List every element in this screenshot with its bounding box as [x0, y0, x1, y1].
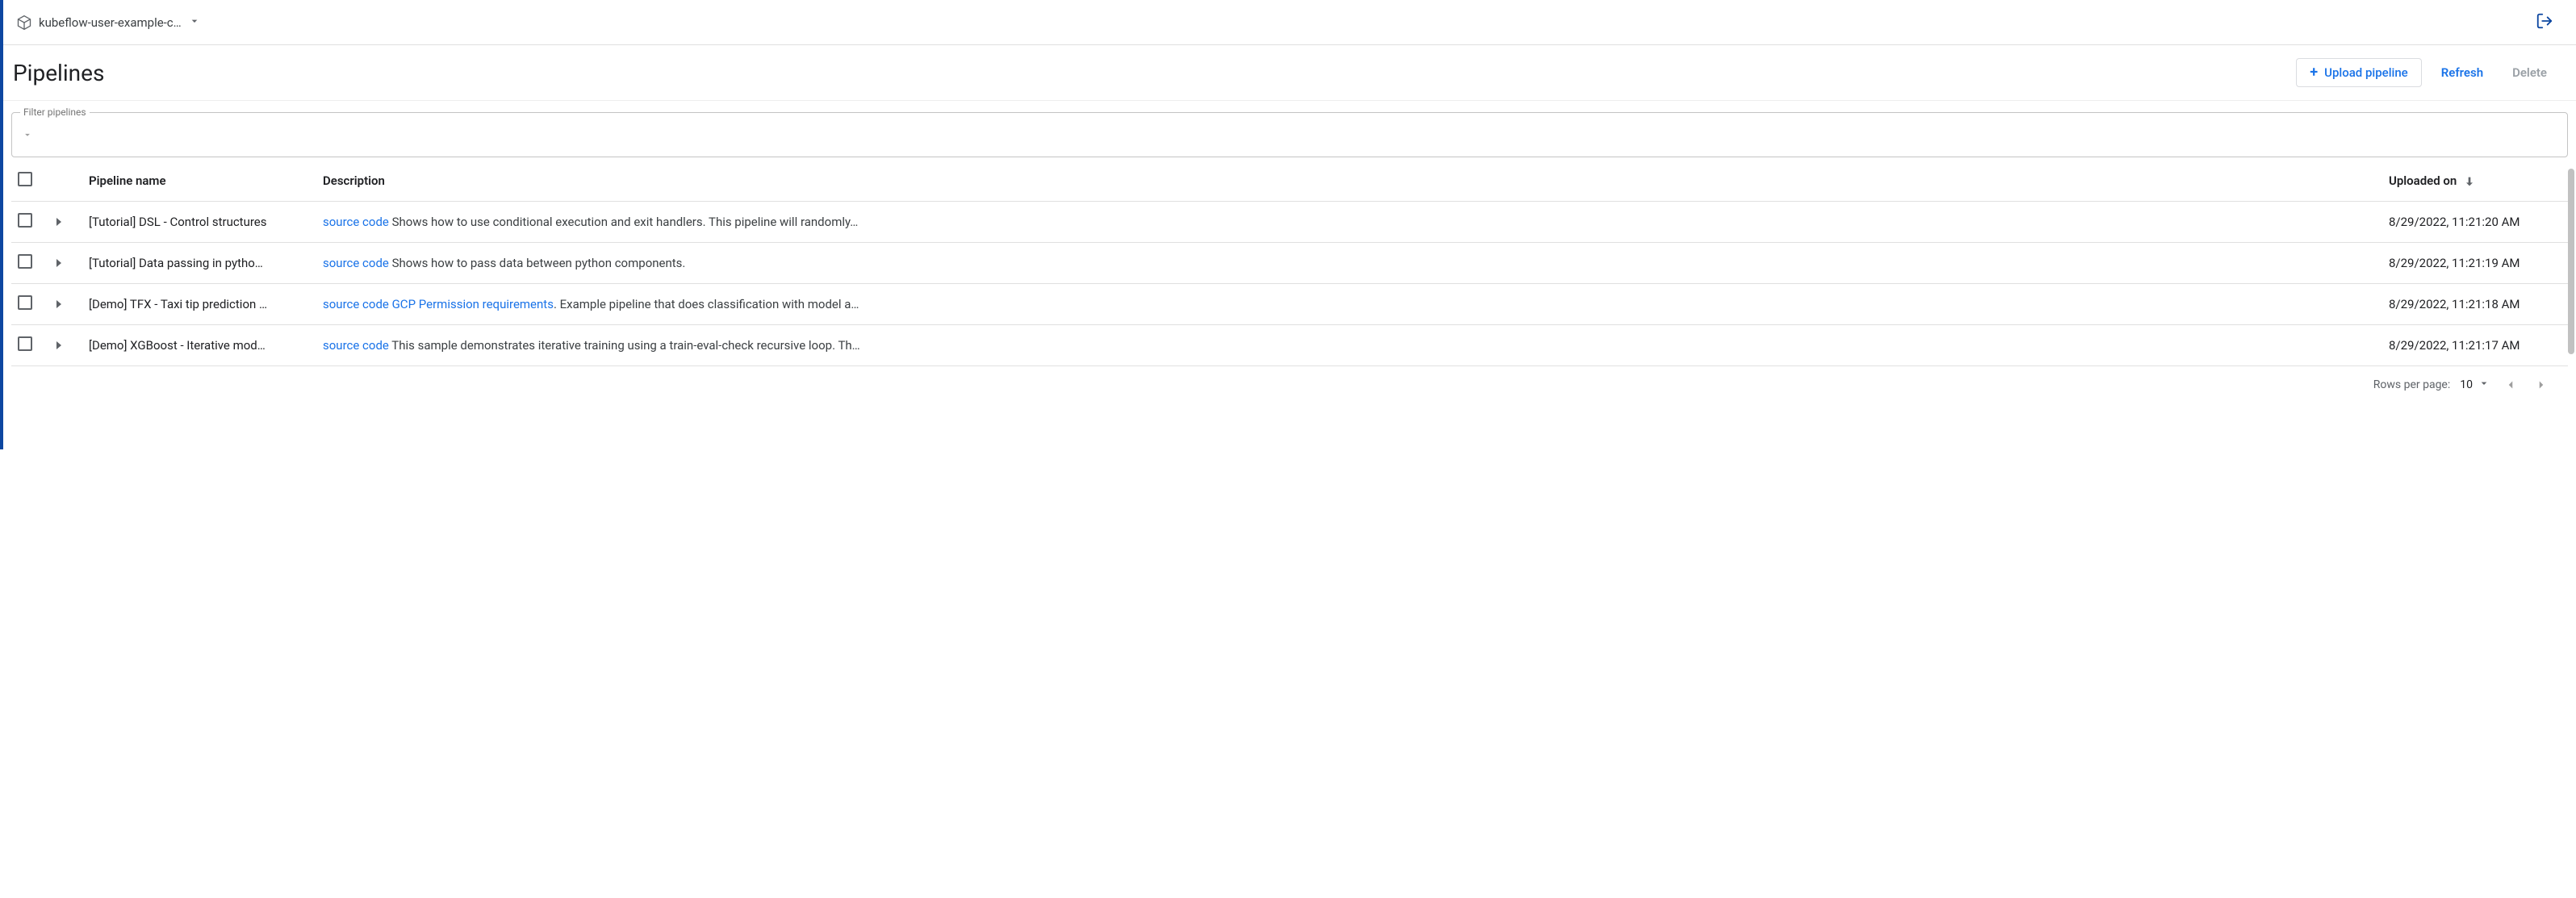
- description-cell: source code This sample demonstrates ite…: [316, 325, 2382, 366]
- description-link[interactable]: GCP Permission requirements: [392, 297, 554, 311]
- expand-row-icon[interactable]: [56, 300, 61, 308]
- filter-section: Filter pipelines: [3, 101, 2576, 161]
- row-checkbox[interactable]: [18, 254, 32, 269]
- table-row: [Tutorial] DSL - Control structuressourc…: [11, 202, 2568, 243]
- pipelines-table: Pipeline name Description Uploaded on [T…: [11, 161, 2568, 366]
- chevron-down-icon: [2478, 377, 2490, 393]
- pipeline-name-cell[interactable]: [Tutorial] DSL - Control structures: [82, 202, 316, 243]
- prev-page-button[interactable]: [2500, 374, 2521, 395]
- header-uploaded-on[interactable]: Uploaded on: [2382, 161, 2568, 202]
- filter-field[interactable]: Filter pipelines: [11, 112, 2568, 157]
- table-header-row: Pipeline name Description Uploaded on: [11, 161, 2568, 202]
- filter-icon: [22, 129, 33, 140]
- row-checkbox[interactable]: [18, 213, 32, 228]
- plus-icon: +: [2310, 65, 2318, 80]
- namespace-selector[interactable]: kubeflow-user-example-c…: [16, 15, 201, 31]
- namespace-label: kubeflow-user-example-c…: [39, 15, 182, 30]
- row-checkbox[interactable]: [18, 295, 32, 310]
- refresh-button[interactable]: Refresh: [2432, 59, 2493, 86]
- pipeline-name-cell[interactable]: [Tutorial] Data passing in pytho…: [82, 243, 316, 284]
- namespace-icon: [16, 15, 32, 31]
- header-pipeline-name[interactable]: Pipeline name: [82, 161, 316, 202]
- pipeline-name-cell[interactable]: [Demo] XGBoost - Iterative mod…: [82, 325, 316, 366]
- chevron-down-icon: [188, 15, 201, 31]
- table-row: [Demo] TFX - Taxi tip prediction …source…: [11, 284, 2568, 325]
- row-checkbox[interactable]: [18, 336, 32, 351]
- topbar: kubeflow-user-example-c…: [3, 0, 2576, 45]
- next-page-button[interactable]: [2531, 374, 2552, 395]
- upload-pipeline-label: Upload pipeline: [2324, 65, 2408, 80]
- uploaded-on-cell: 8/29/2022, 11:21:19 AM: [2382, 243, 2568, 284]
- page-title: Pipelines: [13, 60, 2296, 86]
- expand-row-icon[interactable]: [56, 259, 61, 267]
- header-checkbox-cell: [11, 161, 50, 202]
- logout-button[interactable]: [2532, 9, 2557, 36]
- select-all-checkbox[interactable]: [18, 172, 32, 186]
- filter-legend: Filter pipelines: [20, 107, 90, 118]
- delete-button: Delete: [2503, 59, 2557, 86]
- pagination: Rows per page: 10: [11, 366, 2568, 403]
- description-cell: source code Shows how to use conditional…: [316, 202, 2382, 243]
- table-row: [Tutorial] Data passing in pytho…source …: [11, 243, 2568, 284]
- pipeline-name-cell[interactable]: [Demo] TFX - Taxi tip prediction …: [82, 284, 316, 325]
- description-cell: source code GCP Permission requirements.…: [316, 284, 2382, 325]
- page-header: Pipelines + Upload pipeline Refresh Dele…: [3, 45, 2576, 101]
- expand-row-icon[interactable]: [56, 218, 61, 226]
- filter-input[interactable]: [33, 125, 2557, 145]
- description-text: Shows how to use conditional execution a…: [389, 215, 858, 229]
- description-text: This sample demonstrates iterative train…: [389, 338, 860, 353]
- scrollbar-thumb[interactable]: [2568, 169, 2574, 354]
- uploaded-on-cell: 8/29/2022, 11:21:18 AM: [2382, 284, 2568, 325]
- description-text: . Example pipeline that does classificat…: [554, 297, 859, 311]
- description-link[interactable]: source code: [323, 256, 389, 270]
- header-description[interactable]: Description: [316, 161, 2382, 202]
- logout-icon: [2536, 12, 2553, 32]
- expand-row-icon[interactable]: [56, 341, 61, 349]
- table-row: [Demo] XGBoost - Iterative mod…source co…: [11, 325, 2568, 366]
- uploaded-on-cell: 8/29/2022, 11:21:20 AM: [2382, 202, 2568, 243]
- description-link[interactable]: source code: [323, 297, 389, 311]
- description-cell: source code Shows how to pass data betwe…: [316, 243, 2382, 284]
- upload-pipeline-button[interactable]: + Upload pipeline: [2296, 58, 2422, 87]
- sort-desc-icon: [2463, 175, 2476, 188]
- rows-per-page-label: Rows per page:: [2373, 378, 2450, 391]
- description-text: Shows how to pass data between python co…: [389, 256, 686, 270]
- pipelines-table-wrap: Pipeline name Description Uploaded on [T…: [3, 161, 2576, 403]
- rows-per-page-select[interactable]: 10: [2460, 377, 2490, 393]
- uploaded-on-cell: 8/29/2022, 11:21:17 AM: [2382, 325, 2568, 366]
- description-link[interactable]: source code: [323, 215, 389, 229]
- description-link[interactable]: source code: [323, 338, 389, 353]
